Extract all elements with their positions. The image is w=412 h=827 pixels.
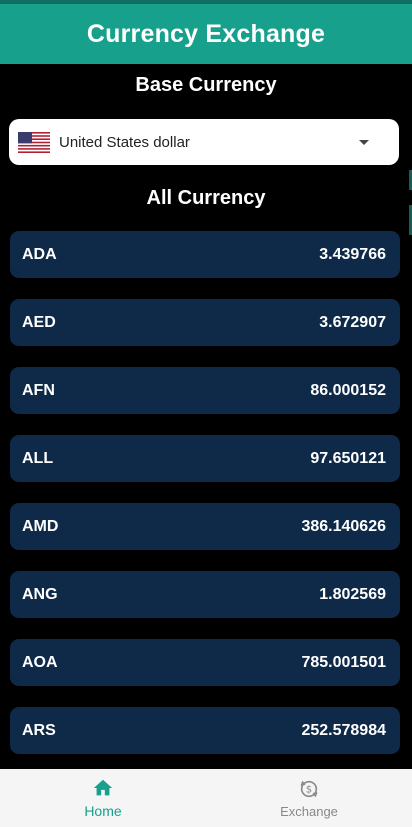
bottom-navigation: Home $ Exchange xyxy=(0,769,412,827)
currency-exchange-icon: $ xyxy=(300,780,318,797)
currency-rate: 97.650121 xyxy=(310,449,386,467)
currency-code: AOA xyxy=(22,653,58,671)
home-icon xyxy=(93,779,113,796)
nav-home-label: Home xyxy=(84,803,122,819)
base-currency-title: Base Currency xyxy=(135,74,277,96)
currency-rate: 785.001501 xyxy=(301,653,386,671)
currency-row[interactable]: AED 3.672907 xyxy=(10,299,400,346)
currency-row[interactable]: AFN 86.000152 xyxy=(10,367,400,414)
currency-code: AED xyxy=(22,313,56,331)
currency-code: AMD xyxy=(22,517,59,535)
currency-code: ALL xyxy=(22,449,54,467)
base-currency-dropdown[interactable]: United States dollar xyxy=(9,119,399,165)
us-flag-icon xyxy=(18,131,50,153)
app-title: Currency Exchange xyxy=(86,19,326,48)
nav-exchange-label: Exchange xyxy=(280,803,338,819)
currency-rate: 3.672907 xyxy=(319,313,386,331)
currency-code: ADA xyxy=(22,245,57,263)
currency-rate: 386.140626 xyxy=(301,517,386,535)
nav-home[interactable]: Home xyxy=(0,769,206,827)
base-currency-value: United States dollar xyxy=(59,133,190,151)
currency-rate: 3.439766 xyxy=(319,245,386,263)
currency-list[interactable]: ADA 3.439766 AED 3.672907 AFN 86.000152 … xyxy=(10,231,400,775)
currency-rate: 252.578984 xyxy=(301,721,386,739)
chevron-down-icon[interactable] xyxy=(359,139,369,145)
currency-row[interactable]: ARS 252.578984 xyxy=(10,707,400,754)
nav-exchange[interactable]: $ Exchange xyxy=(206,769,412,827)
currency-row[interactable]: AMD 386.140626 xyxy=(10,503,400,550)
currency-row[interactable]: ADA 3.439766 xyxy=(10,231,400,278)
currency-rate: 86.000152 xyxy=(310,381,386,399)
currency-code: ARS xyxy=(22,721,56,739)
currency-code: AFN xyxy=(22,381,55,399)
currency-code: ANG xyxy=(22,585,58,603)
currency-row[interactable]: AOA 785.001501 xyxy=(10,639,400,686)
svg-text:$: $ xyxy=(306,784,312,795)
all-currency-title: All Currency xyxy=(146,187,266,209)
currency-rate: 1.802569 xyxy=(319,585,386,603)
currency-row[interactable]: ALL 97.650121 xyxy=(10,435,400,482)
app-bar: Currency Exchange xyxy=(0,0,412,64)
currency-row[interactable]: ANG 1.802569 xyxy=(10,571,400,618)
